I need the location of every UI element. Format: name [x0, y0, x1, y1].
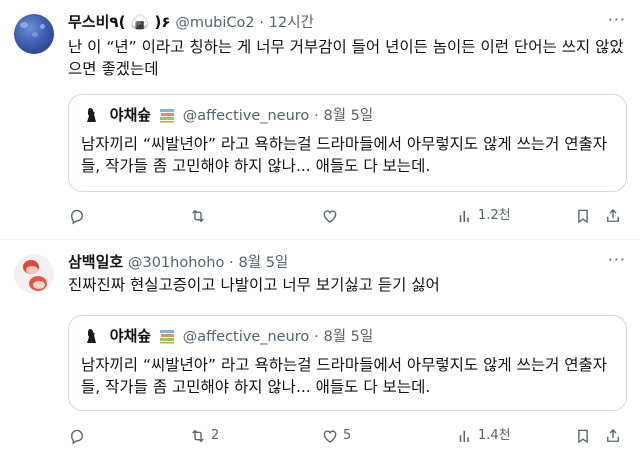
heart-icon: [321, 207, 339, 225]
quoted-display-name[interactable]: 야채슢: [110, 106, 151, 124]
handle[interactable]: @301hohoho: [128, 255, 224, 271]
quoted-handle[interactable]: @affective_neuro: [183, 329, 310, 345]
timestamp[interactable]: 8월 5일: [239, 255, 289, 271]
tweet-header: 삼백일호 @301hohoho · 8월 5일: [68, 252, 288, 272]
separator-dot: ·: [314, 108, 319, 124]
share-button[interactable]: [604, 206, 622, 226]
display-name[interactable]: 삼백일호: [68, 253, 123, 271]
quoted-tweet[interactable]: 야채슢 @affective_neuro · 8월 5일 남자끼리 “씨발년아”…: [68, 94, 627, 192]
tweet-header: 무스비٩( 🍙 )۶ @mubiCo2 · 12시간: [68, 12, 314, 32]
bookmark-icon: [574, 427, 592, 445]
avatar[interactable]: [14, 254, 54, 294]
quoted-avatar[interactable]: [81, 326, 101, 346]
like-button[interactable]: [321, 206, 343, 226]
like-count: 5: [343, 428, 352, 443]
like-button[interactable]: 5: [321, 426, 351, 446]
books-icon: [159, 328, 175, 344]
bookmark-button[interactable]: [574, 206, 592, 226]
timestamp[interactable]: 12시간: [269, 15, 314, 31]
quoted-tweet-header: 야채슢 @affective_neuro · 8월 5일: [81, 326, 373, 346]
views-count: 1.4천: [478, 428, 511, 443]
quoted-avatar[interactable]: [81, 105, 101, 125]
display-name[interactable]: 무스비٩( 🍙 )۶: [68, 13, 171, 31]
tweet-text: 진짜진짜 현실고증이고 나발이고 너무 보기싫고 듣기 싫어: [68, 276, 440, 294]
quoted-tweet-header: 야채슢 @affective_neuro · 8월 5일: [81, 105, 373, 125]
quoted-display-name[interactable]: 야채슢: [110, 327, 151, 345]
retweet-icon: [189, 427, 207, 445]
quoted-timestamp[interactable]: 8월 5일: [323, 108, 373, 124]
tweet-actions: 2 5 1.4천: [68, 426, 628, 446]
bar-chart-icon: [456, 207, 474, 225]
views-button[interactable]: 1.2천: [456, 206, 511, 226]
reply-icon: [68, 207, 86, 225]
avatar[interactable]: [14, 14, 54, 54]
quoted-tweet-text: 남자끼리 “씨발년아” 라고 욕하는걸 드라마들에서 아무렇지도 않게 쓰는거 …: [81, 135, 608, 175]
reply-button[interactable]: [68, 426, 90, 446]
quoted-tweet-text: 남자끼리 “씨발년아” 라고 욕하는걸 드라마들에서 아무렇지도 않게 쓰는거 …: [81, 356, 608, 396]
more-options-icon[interactable]: ···: [608, 10, 626, 30]
views-count: 1.2천: [478, 208, 511, 223]
separator-dot: ·: [314, 329, 319, 345]
quoted-tweet[interactable]: 야채슢 @affective_neuro · 8월 5일 남자끼리 “씨발년아”…: [68, 315, 627, 411]
separator-dot: ·: [259, 15, 265, 31]
retweet-button[interactable]: 2: [189, 426, 219, 446]
books-icon: [159, 107, 175, 123]
share-icon: [604, 207, 622, 225]
quoted-handle[interactable]: @affective_neuro: [183, 108, 310, 124]
retweet-count: 2: [211, 428, 220, 443]
separator-dot: ·: [229, 255, 234, 271]
heart-icon: [321, 427, 339, 445]
bookmark-icon: [574, 207, 592, 225]
reply-icon: [68, 427, 86, 445]
bookmark-button[interactable]: [574, 426, 592, 446]
retweet-icon: [189, 207, 207, 225]
more-options-icon[interactable]: ···: [608, 250, 626, 270]
quoted-timestamp[interactable]: 8월 5일: [323, 329, 373, 345]
handle[interactable]: @mubiCo2: [175, 15, 254, 31]
share-icon: [604, 427, 622, 445]
retweet-button[interactable]: [189, 206, 211, 226]
tweet-text: 난 이 “년” 이라고 칭하는 게 너무 거부감이 들어 년이든 놈이든 이런 …: [68, 38, 624, 78]
views-button[interactable]: 1.4천: [456, 426, 511, 446]
bar-chart-icon: [456, 427, 474, 445]
share-button[interactable]: [604, 426, 622, 446]
tweet-actions: 1.2천: [68, 206, 628, 226]
reply-button[interactable]: [68, 206, 90, 226]
